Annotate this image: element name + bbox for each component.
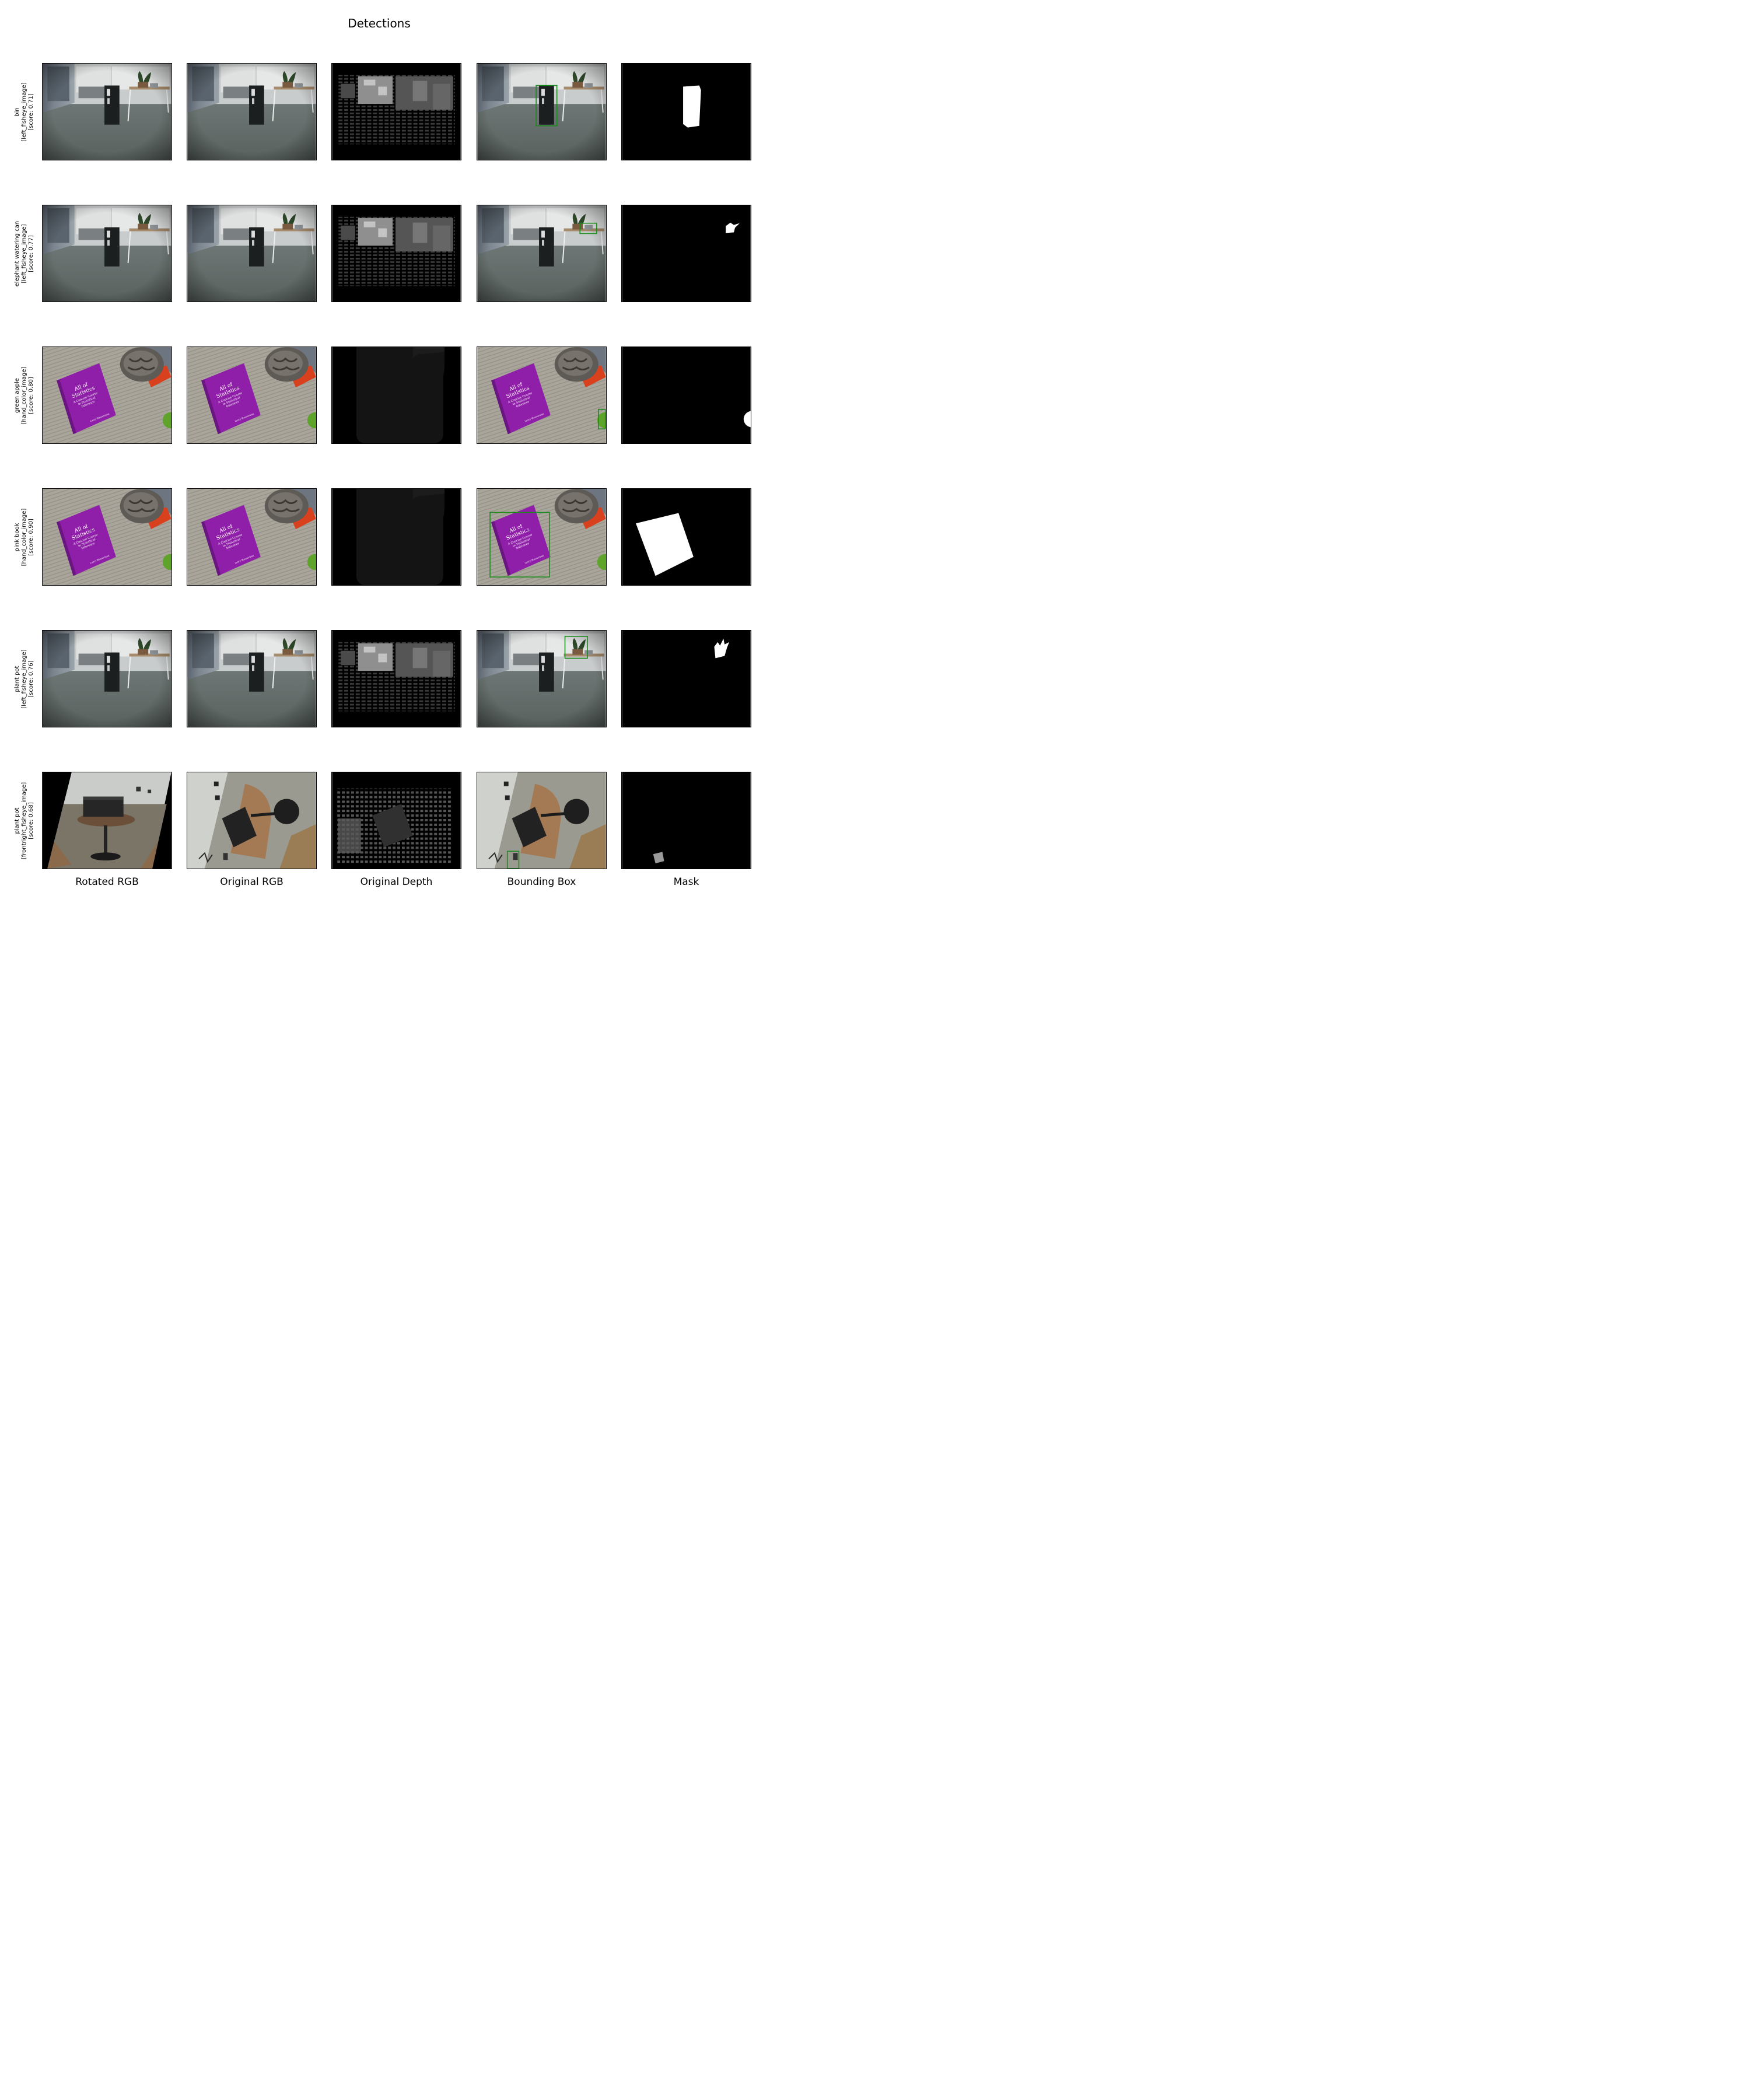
original-depth-image: [331, 346, 461, 444]
column-label: Rotated RGB: [75, 876, 139, 888]
figure-title: Detections: [348, 16, 411, 30]
column-label: Bounding Box: [507, 876, 576, 888]
row-source: [frontright_fisheye_image]: [21, 782, 27, 860]
row-source: [hand_color_image]: [21, 366, 27, 425]
original-rgb-image: All of Statistics A Concise Course in St…: [187, 488, 317, 586]
original-rgb-image: [187, 630, 317, 727]
row-label: plant pot [frontright_fisheye_image] [sc…: [7, 762, 42, 879]
original-rgb-image: [187, 63, 317, 160]
mask-image: [621, 630, 751, 727]
row-object-name: pink book: [14, 523, 20, 552]
mask-region: [683, 85, 701, 128]
bounding-box-image: All of Statistics A Concise Course in St…: [477, 346, 607, 444]
bounding-box-image: [477, 205, 607, 302]
rotated-rgb-image: [42, 63, 172, 160]
mask-image: [621, 346, 751, 444]
bounding-box-image: [477, 772, 607, 869]
mask-image: [621, 63, 751, 160]
row-source: [left_fisheye_image]: [21, 224, 27, 284]
row-source: [left_fisheye_image]: [21, 82, 27, 142]
rotated-rgb-image: [42, 630, 172, 727]
column-label: Original RGB: [220, 876, 284, 888]
original-depth-image: [331, 63, 461, 160]
bounding-box-image: All of Statistics A Concise Course in St…: [477, 488, 607, 586]
row-score: [score: 0.76]: [28, 660, 34, 698]
row-label: elephant watering can [left_fisheye_imag…: [7, 195, 42, 312]
column-label: Mask: [673, 876, 699, 888]
mask-image: [621, 205, 751, 302]
original-depth-image: [331, 630, 461, 727]
rotated-rgb-image: All of Statistics A Concise Course in St…: [42, 488, 172, 586]
row-object-name: elephant watering can: [14, 220, 20, 287]
bounding-box-image: [477, 630, 607, 727]
rotated-rgb-image: [42, 205, 172, 302]
original-depth-image: [331, 772, 461, 869]
row-label: bin [left_fisheye_image] [score: 0.71]: [7, 54, 42, 170]
original-depth-image: [331, 488, 461, 586]
rotated-rgb-image: All of Statistics A Concise Course in St…: [42, 346, 172, 444]
row-source: [left_fisheye_image]: [21, 649, 27, 709]
row-object-name: green apple: [14, 378, 20, 413]
row-object-name: plant pot: [14, 666, 20, 692]
row-score: [score: 0.68]: [28, 802, 34, 839]
mask-image: [621, 772, 751, 869]
original-rgb-image: All of Statistics A Concise Course in St…: [187, 346, 317, 444]
mask-image: [621, 488, 751, 586]
rotated-rgb-image: [42, 772, 172, 869]
row-source: [hand_color_image]: [21, 508, 27, 566]
row-score: [score: 0.71]: [28, 93, 34, 131]
row-score: [score: 0.77]: [28, 235, 34, 272]
row-object-name: bin: [14, 107, 20, 117]
row-score: [score: 0.90]: [28, 519, 34, 556]
original-depth-image: [331, 205, 461, 302]
row-label: plant pot [left_fisheye_image] [score: 0…: [7, 621, 42, 737]
row-label: green apple [hand_color_image] [score: 0…: [7, 337, 42, 454]
bounding-box-image: [477, 63, 607, 160]
row-label: pink book [hand_color_image] [score: 0.9…: [7, 479, 42, 596]
original-rgb-image: [187, 772, 317, 869]
column-label: Original Depth: [360, 876, 433, 888]
row-object-name: plant pot: [14, 807, 20, 834]
original-rgb-image: [187, 205, 317, 302]
row-score: [score: 0.80]: [28, 377, 34, 414]
